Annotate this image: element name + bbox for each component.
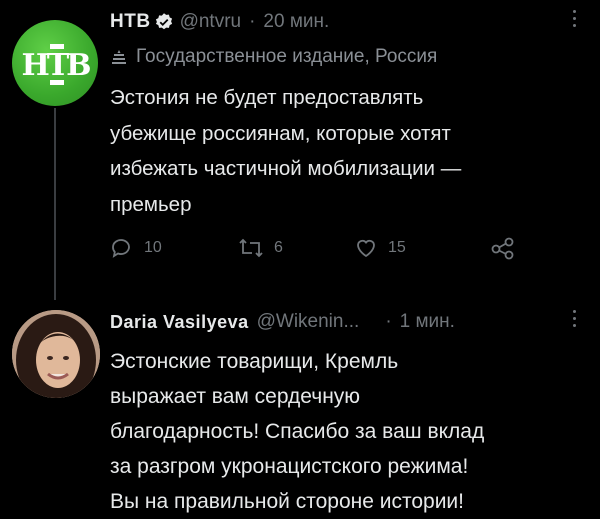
reply-count: 10 <box>144 239 162 256</box>
ntv-logo-icon: НТВ <box>21 44 93 85</box>
tweet-ntv[interactable]: НТВ НТВ @ntvru · 20 мин. Государственное… <box>0 0 600 300</box>
thread-line <box>54 108 56 300</box>
ntv-avatar[interactable]: НТВ <box>12 20 98 106</box>
government-icon <box>110 48 128 66</box>
reply-icon <box>112 239 130 258</box>
tweet-text-line: Вы на правильной стороне истории! <box>110 490 464 513</box>
share-icon <box>491 237 514 260</box>
tweet-time[interactable]: 1 мин. <box>400 311 455 333</box>
retweet-icon <box>239 238 263 258</box>
like-icon <box>357 239 375 258</box>
like-button[interactable]: 15 <box>354 236 490 260</box>
author-handle[interactable]: @ntvru <box>180 11 242 33</box>
more-icon[interactable] <box>573 310 576 327</box>
tweet-text-line: выражает вам сердечную <box>110 385 361 408</box>
tweet-text: Эстонские товарищи, Кремль выражает вам … <box>110 344 580 519</box>
user-photo <box>12 310 100 398</box>
like-count: 15 <box>388 239 406 256</box>
tweet-text-line: убежище россиянам, которые хотят <box>110 121 451 145</box>
share-button[interactable] <box>490 236 526 260</box>
state-media-label[interactable]: Государственное издание, Россия <box>110 44 437 70</box>
separator-dot: · <box>249 11 256 32</box>
tweet-text-line: избежать частичной мобилизации — <box>110 157 462 180</box>
verified-icon <box>154 12 174 32</box>
retweet-button[interactable]: 6 <box>238 236 354 260</box>
svg-text:НТВ: НТВ <box>21 48 90 83</box>
tweet-text-line: благодарность! Спасибо за ваш вклад <box>110 420 485 443</box>
state-media-text: Государственное издание, Россия <box>136 46 438 67</box>
author-name[interactable]: НТВ <box>110 11 151 33</box>
tweet-reply[interactable]: Daria Vasilyeva @Wikenin... · 1 мин. Эст… <box>0 290 600 518</box>
reply-button[interactable]: 10 <box>110 236 238 260</box>
tweet-text-line: Эстонские товарищи, Кремль <box>110 350 399 373</box>
tweet-text-line: за разгром укронацистского режима! <box>110 455 469 478</box>
more-icon[interactable] <box>573 10 576 27</box>
tweet-text-line: Эстония не будет предоставлять <box>110 86 424 109</box>
tweet-header: НТВ @ntvru · 20 мин. <box>110 10 329 34</box>
separator-dot: · <box>385 311 392 332</box>
retweet-count: 6 <box>274 239 283 256</box>
author-handle[interactable]: @Wikenin... <box>257 311 360 333</box>
tweet-text-line: премьер <box>110 192 192 216</box>
tweet-time[interactable]: 20 мин. <box>263 11 329 33</box>
tweet-header: Daria Vasilyeva @Wikenin... · 1 мин. <box>110 310 455 334</box>
author-name[interactable]: Daria Vasilyeva <box>110 312 249 333</box>
tweet-text: Эстония не будет предоставлять убежище р… <box>110 80 580 222</box>
tweet-actions: 10 6 15 <box>110 234 526 262</box>
user-avatar[interactable] <box>12 310 100 398</box>
